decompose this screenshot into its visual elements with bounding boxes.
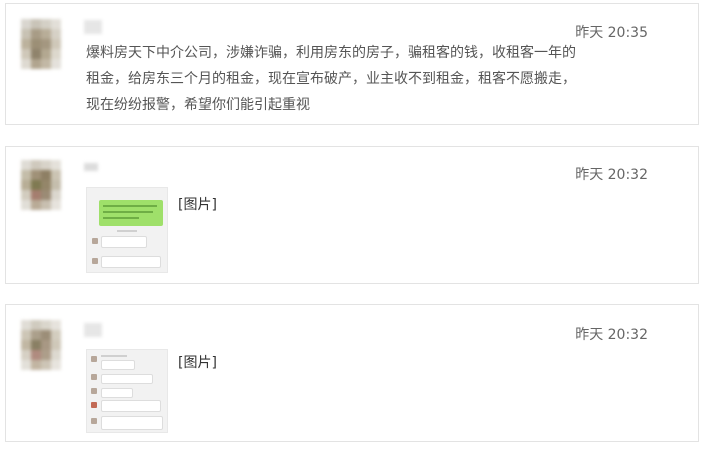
avatar[interactable] xyxy=(21,320,63,370)
message-time: 昨天 20:32 xyxy=(575,327,648,343)
message-text: 爆料房天下中介公司，涉嫌诈骗，利用房东的房子，骗租客的钱，收租客一年的租金，给房… xyxy=(86,45,576,113)
avatar[interactable] xyxy=(21,160,63,210)
message-card-1[interactable]: 昨天 20:35 爆料房天下中介公司，涉嫌诈骗，利用房东的房子，骗租客的钱，收租… xyxy=(5,3,699,125)
sender-name xyxy=(84,163,98,171)
avatar[interactable] xyxy=(21,19,63,69)
image-thumbnail[interactable] xyxy=(86,349,168,433)
image-placeholder-text: [图片] xyxy=(178,197,217,213)
image-placeholder-text: [图片] xyxy=(178,355,217,371)
message-time: 昨天 20:35 xyxy=(575,25,648,41)
message-time: 昨天 20:32 xyxy=(575,167,648,183)
message-card-2[interactable]: 昨天 20:32 [图片] xyxy=(5,146,699,284)
image-thumbnail[interactable] xyxy=(86,187,168,273)
message-card-3[interactable]: 昨天 20:32 [图片] xyxy=(5,304,699,442)
sender-name xyxy=(84,20,102,34)
sender-name xyxy=(84,323,102,337)
